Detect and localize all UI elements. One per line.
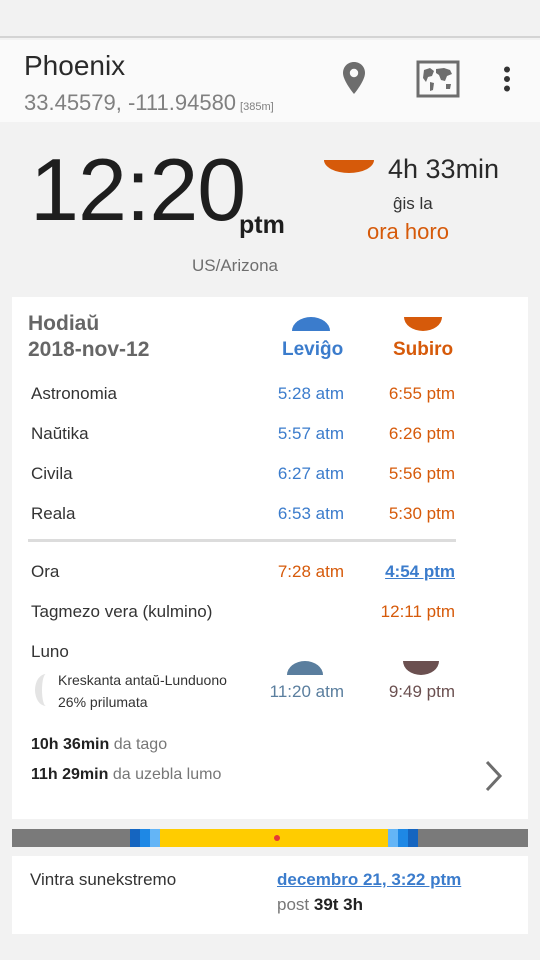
solar-noon-label: Tagmezo vera (kulmino) bbox=[31, 602, 213, 621]
timeline-civil-dawn bbox=[150, 829, 160, 847]
solstice-label: Vintra sunekstremo bbox=[30, 870, 177, 889]
solar-noon-time: 12:11 ptm bbox=[380, 602, 455, 621]
solstice-after-prefix: post bbox=[277, 895, 310, 914]
golden-hour-evening-link[interactable]: 4:54 ptm bbox=[305, 562, 455, 582]
twilight-nautical-set: 6:26 ptm bbox=[388, 424, 455, 443]
countdown-event[interactable]: ora horo bbox=[367, 219, 449, 245]
altitude: [385m] bbox=[240, 101, 274, 113]
solstice-card[interactable]: Vintra sunekstremo decembro 21, 3:22 ptm… bbox=[12, 856, 528, 934]
usable-light-suffix: da uzebla lumo bbox=[112, 766, 222, 783]
chevron-right-icon[interactable] bbox=[484, 759, 504, 798]
sunrise-half-sun-icon bbox=[292, 317, 330, 336]
day-length-suffix: da tago bbox=[113, 736, 168, 753]
countdown-duration: 4h 33min bbox=[388, 154, 500, 184]
sunset-half-sun-icon bbox=[404, 317, 442, 336]
twilight-actual-set: 5:30 ptm bbox=[388, 504, 455, 523]
current-time: 12:20 bbox=[30, 140, 246, 239]
status-bar bbox=[0, 0, 540, 38]
moon-label: Luno bbox=[31, 642, 69, 661]
timeline-nautical-dusk bbox=[398, 829, 408, 847]
day-length-value: 10h 36min bbox=[31, 736, 110, 753]
moonset-icon bbox=[403, 661, 439, 680]
moon-phase-icon bbox=[35, 674, 47, 711]
coordinates: 33.45579, -111.94580 [385m] bbox=[24, 90, 274, 116]
coordinates-value: 33.45579, -111.94580 bbox=[24, 90, 237, 115]
today-label: Hodiaŭ bbox=[28, 312, 100, 335]
solstice-date-link[interactable]: decembro 21, 3:22 ptm bbox=[277, 870, 461, 890]
day-timeline-bar[interactable] bbox=[12, 829, 528, 847]
moonrise-icon bbox=[287, 661, 323, 680]
today-card[interactable]: Hodiaŭ 2018-nov-12 Leviĝo Subiro Astrono… bbox=[12, 297, 528, 819]
timeline-now-marker bbox=[274, 835, 280, 841]
twilight-astronomical-set: 6:55 ptm bbox=[388, 384, 455, 403]
solstice-after-value: 39t 3h bbox=[313, 895, 364, 914]
twilight-actual-label: Reala bbox=[31, 504, 76, 523]
twilight-civil-set: 5:56 ptm bbox=[388, 464, 455, 483]
timeline-astronomical-dawn bbox=[130, 829, 140, 847]
set-column-header: Subiro bbox=[393, 339, 454, 360]
world-map-icon[interactable] bbox=[414, 58, 462, 100]
twilight-astronomical-label: Astronomia bbox=[31, 384, 117, 403]
timeline-astronomical-dusk bbox=[408, 829, 418, 847]
overflow-menu-icon[interactable] bbox=[492, 58, 522, 100]
moonset-time: 9:49 ptm bbox=[388, 682, 455, 701]
today-heading: Hodiaŭ 2018-nov-12 bbox=[28, 311, 149, 363]
twilight-civil-label: Civila bbox=[31, 464, 73, 483]
today-date: 2018-nov-12 bbox=[28, 338, 150, 361]
timeline-nautical-dawn bbox=[140, 829, 150, 847]
golden-hour-label: Ora bbox=[31, 562, 60, 581]
section-divider bbox=[28, 539, 456, 542]
rise-column-header: Leviĝo bbox=[282, 339, 344, 360]
timezone: US/Arizona bbox=[192, 256, 278, 275]
countdown-until-label: ĝis la bbox=[393, 194, 433, 213]
current-time-ampm: ptm bbox=[239, 211, 285, 239]
timeline-civil-dusk bbox=[388, 829, 398, 847]
day-length: 10h 36min da tago bbox=[31, 736, 167, 754]
location-pin-icon[interactable] bbox=[336, 58, 372, 98]
city-name: Phoenix bbox=[24, 50, 126, 81]
usable-light-length: 11h 29min da uzebla lumo bbox=[31, 766, 221, 784]
sunset-half-sun-icon bbox=[324, 160, 374, 179]
usable-light-value: 11h 29min bbox=[31, 766, 109, 783]
app-bar: Phoenix 33.45579, -111.94580 [385m] bbox=[0, 40, 540, 122]
solstice-countdown: post 39t 3h bbox=[277, 895, 363, 915]
twilight-nautical-label: Naŭtika bbox=[31, 424, 89, 443]
